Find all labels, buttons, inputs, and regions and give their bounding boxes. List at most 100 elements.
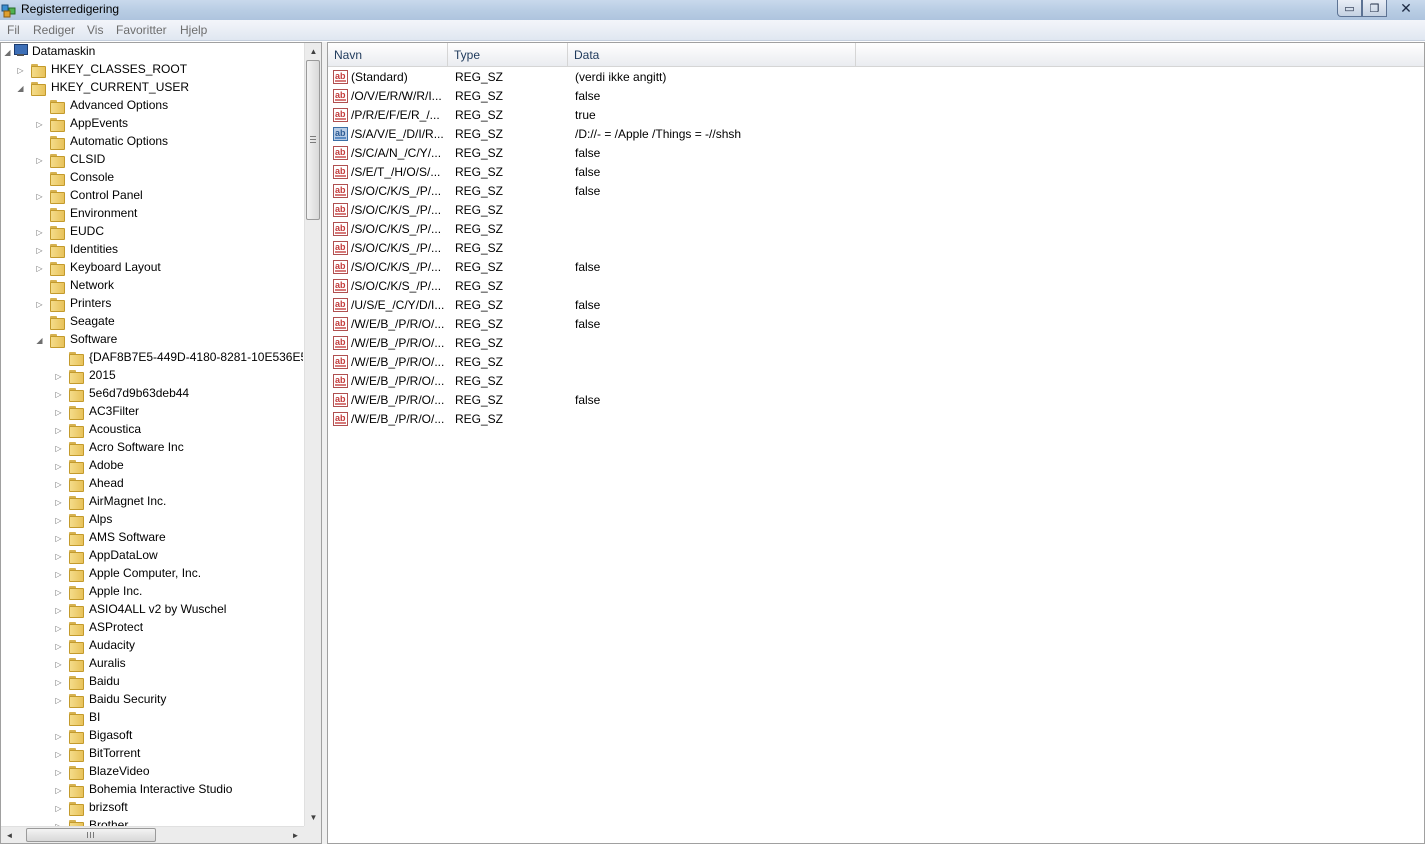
menu-fil[interactable]: Fil xyxy=(7,23,20,37)
expand-icon[interactable]: ▷ xyxy=(54,372,63,381)
tree-node[interactable]: ▷ BitTorrent xyxy=(1,745,301,763)
expand-icon[interactable]: ▷ xyxy=(35,192,44,201)
expand-icon[interactable]: ▷ xyxy=(54,642,63,651)
scroll-down-arrow-icon[interactable]: ▼ xyxy=(305,809,321,826)
tree-node-hkcu[interactable]: ◢ HKEY_CURRENT_USER xyxy=(1,79,301,97)
value-row[interactable]: ab/W/E/B_/P/R/O/... REG_SZ xyxy=(328,334,1424,353)
horizontal-scroll-thumb[interactable] xyxy=(26,828,156,842)
expand-icon[interactable]: ▷ xyxy=(54,408,63,417)
tree-node[interactable]: ▷ Bohemia Interactive Studio xyxy=(1,781,301,799)
tree-node[interactable]: ▷ AirMagnet Inc. xyxy=(1,493,301,511)
registry-tree[interactable]: ◢ Datamaskin ▷ HKEY_CLASSES_ROOT ◢ HKEY_… xyxy=(1,43,303,826)
tree-node[interactable]: ▷ AMS Software xyxy=(1,529,301,547)
expand-icon[interactable]: ▷ xyxy=(54,498,63,507)
value-row[interactable]: ab (Standard) REG_SZ (verdi ikke angitt) xyxy=(328,68,1424,87)
expand-icon[interactable]: ▷ xyxy=(35,156,44,165)
expand-icon[interactable]: ▷ xyxy=(54,804,63,813)
tree-node[interactable]: ▷ Identities xyxy=(1,241,301,259)
tree-node-hkcr[interactable]: ▷ HKEY_CLASSES_ROOT xyxy=(1,61,301,79)
expand-icon[interactable]: ▷ xyxy=(35,228,44,237)
expand-icon[interactable]: ▷ xyxy=(54,534,63,543)
expand-icon[interactable]: ▷ xyxy=(35,120,44,129)
column-header-name[interactable]: Navn xyxy=(328,43,448,67)
tree-node[interactable]: BI xyxy=(1,709,301,727)
tree-node[interactable]: ▷ AppEvents xyxy=(1,115,301,133)
value-row[interactable]: ab/S/O/C/K/S_/P/... REG_SZ xyxy=(328,239,1424,258)
tree-vertical-scrollbar[interactable]: ▲ ▼ xyxy=(304,43,321,826)
tree-node[interactable]: Advanced Options xyxy=(1,97,301,115)
tree-node[interactable]: {DAF8B7E5-449D-4180-8281-10E536E597F xyxy=(1,349,303,367)
value-row[interactable]: ab/S/C/A/N_/C/Y/... REG_SZ false xyxy=(328,144,1424,163)
expand-icon[interactable]: ▷ xyxy=(54,660,63,669)
tree-node[interactable]: ▷ Control Panel xyxy=(1,187,301,205)
tree-node[interactable]: ▷ Acro Software Inc xyxy=(1,439,301,457)
tree-node[interactable]: ▷ 2015 xyxy=(1,367,301,385)
tree-node[interactable]: ▷ Audacity xyxy=(1,637,301,655)
tree-node[interactable]: ▷ Apple Computer, Inc. xyxy=(1,565,301,583)
tree-node[interactable]: ▷ Alps xyxy=(1,511,301,529)
value-row[interactable]: ab/W/E/B_/P/R/O/... REG_SZ false xyxy=(328,391,1424,410)
expand-icon[interactable]: ▷ xyxy=(54,570,63,579)
expand-icon[interactable]: ▷ xyxy=(54,390,63,399)
scroll-left-arrow-icon[interactable]: ◄ xyxy=(1,827,18,843)
tree-node[interactable]: ▷ Auralis xyxy=(1,655,301,673)
expand-icon[interactable]: ▷ xyxy=(54,732,63,741)
tree-node[interactable]: ▷ 5e6d7d9b63deb44 xyxy=(1,385,301,403)
expand-icon[interactable]: ▷ xyxy=(54,552,63,561)
value-row[interactable]: ab/S/E/T_/H/O/S/... REG_SZ false xyxy=(328,163,1424,182)
tree-node[interactable]: ▷ Adobe xyxy=(1,457,301,475)
vertical-scroll-thumb[interactable] xyxy=(306,60,320,220)
value-row[interactable]: ab/U/S/E_/C/Y/D/I... REG_SZ false xyxy=(328,296,1424,315)
column-header-type[interactable]: Type xyxy=(448,43,568,67)
value-row[interactable]: ab/W/E/B_/P/R/O/... REG_SZ xyxy=(328,410,1424,429)
tree-node[interactable]: ▷ ASProtect xyxy=(1,619,301,637)
expand-icon[interactable]: ▷ xyxy=(54,786,63,795)
tree-node[interactable]: ▷ CLSID xyxy=(1,151,301,169)
tree-node[interactable]: ▷ Apple Inc. xyxy=(1,583,301,601)
expand-icon[interactable]: ▷ xyxy=(54,462,63,471)
value-row[interactable]: ab/S/O/C/K/S_/P/... REG_SZ xyxy=(328,220,1424,239)
tree-horizontal-scrollbar[interactable]: ◄ ► xyxy=(1,826,304,843)
value-row[interactable]: ab/W/E/B_/P/R/O/... REG_SZ xyxy=(328,353,1424,372)
minimize-button[interactable]: ▭ xyxy=(1337,0,1362,17)
value-row[interactable]: ab/W/E/B_/P/R/O/... REG_SZ xyxy=(328,372,1424,391)
value-row[interactable]: ab/S/O/C/K/S_/P/... REG_SZ false xyxy=(328,182,1424,201)
expand-icon[interactable]: ▷ xyxy=(54,768,63,777)
menu-rediger[interactable]: Rediger xyxy=(33,23,75,37)
tree-node[interactable]: Seagate xyxy=(1,313,301,331)
tree-node[interactable]: ◢ Software xyxy=(1,331,301,349)
expand-icon[interactable]: ▷ xyxy=(54,444,63,453)
value-row[interactable]: ab/P/R/E/F/E/R_/... REG_SZ true xyxy=(328,106,1424,125)
tree-node[interactable]: ▷ EUDC xyxy=(1,223,301,241)
tree-node[interactable]: ▷ Acoustica xyxy=(1,421,301,439)
tree-node[interactable]: Network xyxy=(1,277,301,295)
tree-node[interactable]: ▷ ASIO4ALL v2 by Wuschel xyxy=(1,601,301,619)
menu-favoritter[interactable]: Favoritter xyxy=(116,23,167,37)
expand-icon[interactable]: ▷ xyxy=(54,426,63,435)
tree-node[interactable]: ▷ Baidu Security xyxy=(1,691,301,709)
expand-icon[interactable]: ▷ xyxy=(54,480,63,489)
value-row[interactable]: ab/S/O/C/K/S_/P/... REG_SZ xyxy=(328,201,1424,220)
expand-icon[interactable]: ▷ xyxy=(54,606,63,615)
value-row[interactable]: ab/S/A/V/E_/D/I/R... REG_SZ/D://- = /Appl… xyxy=(328,125,1424,144)
scroll-right-arrow-icon[interactable]: ► xyxy=(287,827,304,843)
expand-icon[interactable]: ▷ xyxy=(35,246,44,255)
expand-icon[interactable]: ▷ xyxy=(54,624,63,633)
tree-node[interactable]: ▷Brother xyxy=(1,817,301,826)
expand-icon[interactable]: ▷ xyxy=(35,264,44,273)
value-row[interactable]: ab/W/E/B_/P/R/O/... REG_SZ false xyxy=(328,315,1424,334)
tree-node[interactable]: ▷ Keyboard Layout xyxy=(1,259,301,277)
close-button[interactable]: ✕ xyxy=(1387,0,1425,17)
value-row[interactable]: ab/S/O/C/K/S_/P/... REG_SZ false xyxy=(328,258,1424,277)
menu-hjelp[interactable]: Hjelp xyxy=(180,23,207,37)
maximize-button[interactable]: ❐ xyxy=(1362,0,1387,17)
expand-icon[interactable]: ▷ xyxy=(54,696,63,705)
expand-icon[interactable]: ▷ xyxy=(54,516,63,525)
expand-icon[interactable]: ▷ xyxy=(35,300,44,309)
tree-node[interactable]: ▷ Ahead xyxy=(1,475,301,493)
expand-icon[interactable]: ▷ xyxy=(54,750,63,759)
tree-node-computer[interactable]: ◢ Datamaskin xyxy=(1,43,301,61)
scroll-up-arrow-icon[interactable]: ▲ xyxy=(305,43,321,60)
tree-node[interactable]: ▷ AppDataLow xyxy=(1,547,301,565)
collapse-icon[interactable]: ◢ xyxy=(16,84,25,93)
